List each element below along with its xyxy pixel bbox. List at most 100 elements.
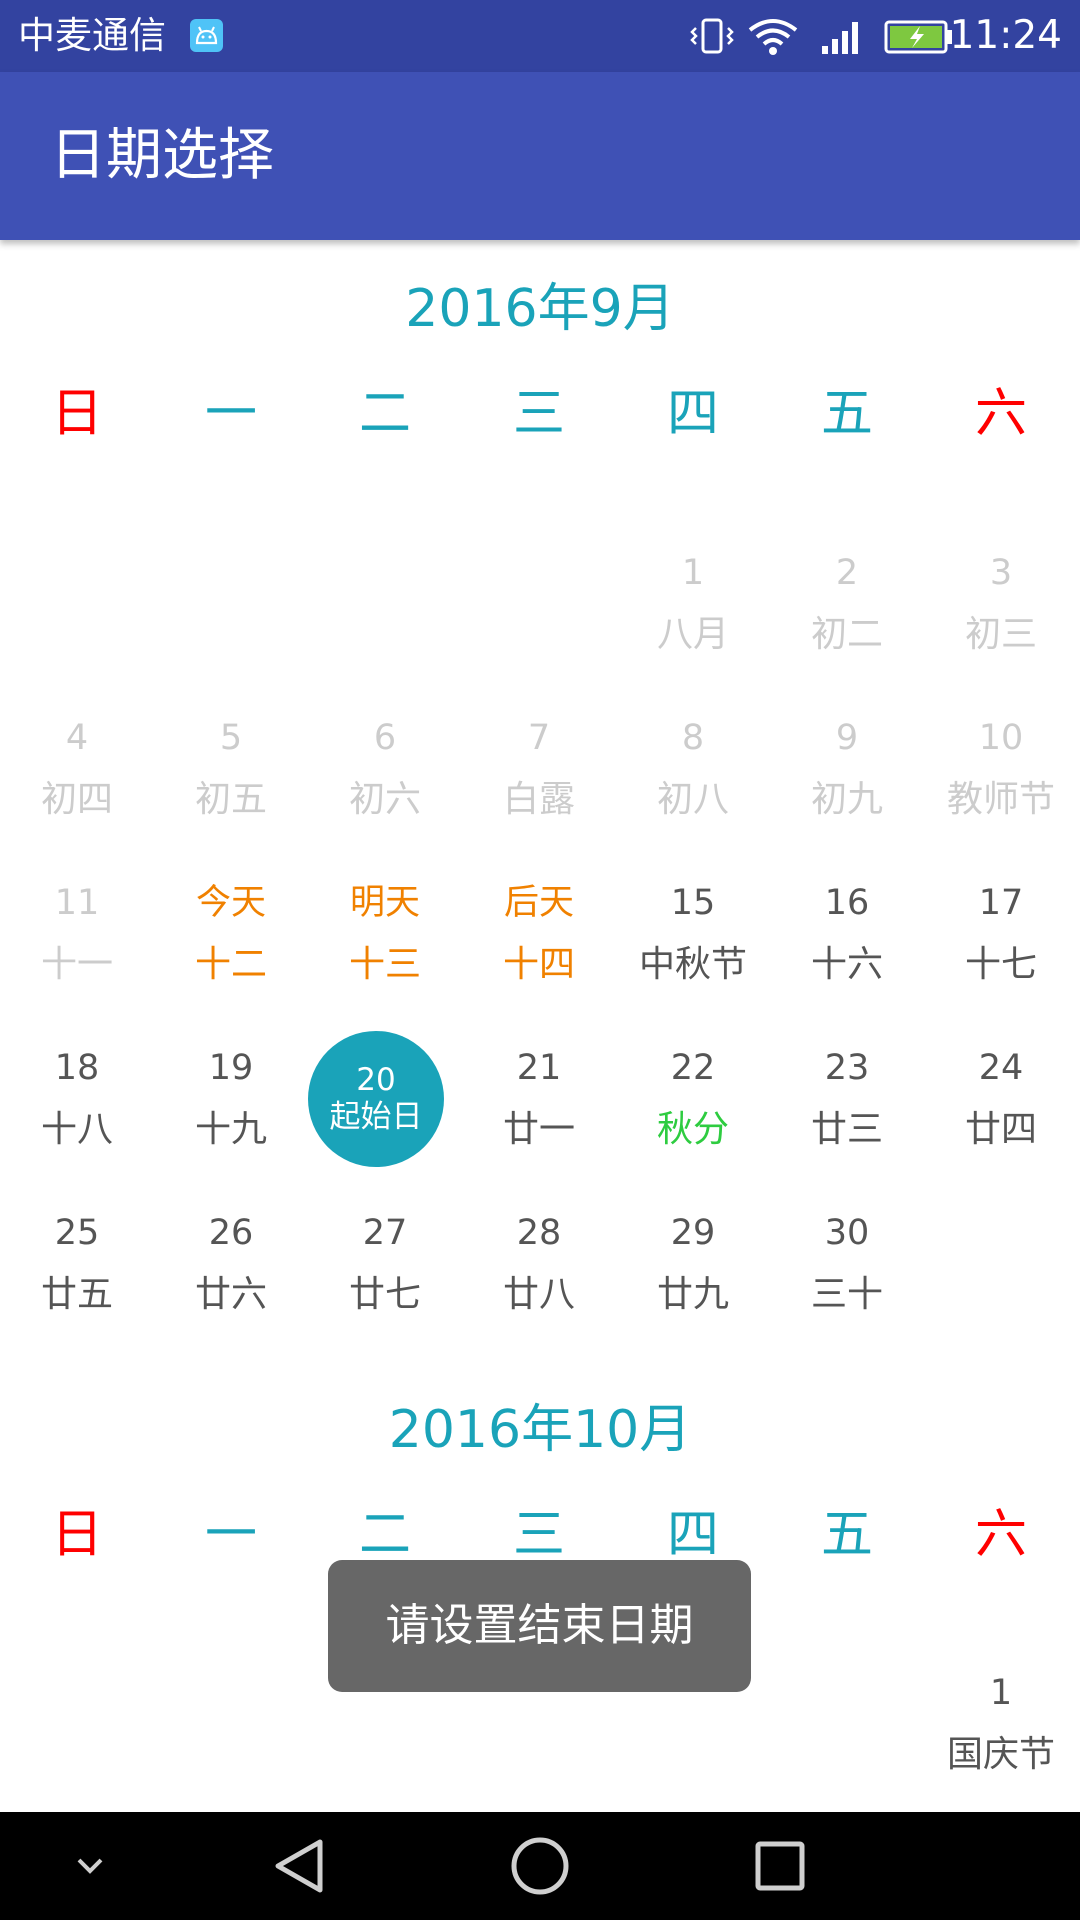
day-number: 1 [989, 1673, 1013, 1713]
day-cell[interactable]: 29 廿九 [616, 1208, 770, 1358]
lunar-label: 廿七 [348, 1274, 421, 1315]
day-number: 20 [356, 1062, 396, 1098]
day-cell[interactable]: 23 廿三 [770, 1043, 924, 1193]
day-number: 25 [54, 1213, 100, 1253]
weekday-mon: 一 [204, 384, 257, 444]
back-icon[interactable] [250, 1812, 350, 1920]
lunar-label: 教师节 [946, 779, 1055, 820]
lunar-label: 十九 [194, 1109, 267, 1150]
day-cell[interactable]: 27 廿七 [308, 1208, 462, 1358]
day-cell[interactable]: 26 廿六 [154, 1208, 308, 1358]
weekday-tue: 二 [358, 384, 411, 444]
day-cell[interactable]: 17 十七 [924, 878, 1078, 1028]
day-number: 3 [989, 553, 1013, 593]
day-number: 17 [978, 883, 1024, 923]
day-number: 今天 [195, 883, 266, 923]
month-title: 2016年10月 [388, 1400, 692, 1460]
chevron-down-icon[interactable] [60, 1812, 120, 1920]
day-cell[interactable]: 30 三十 [770, 1208, 924, 1358]
day-number: 10 [978, 718, 1024, 758]
day-cell: 1 八月 [616, 548, 770, 698]
day-cell: 6 初六 [308, 713, 462, 863]
lunar-label: 三十 [810, 1274, 883, 1315]
weekday-mon: 一 [204, 1505, 257, 1565]
lunar-label: 十一 [40, 944, 113, 985]
day-number: 15 [670, 883, 716, 923]
app-bar: 日期选择 [0, 72, 1080, 240]
day-cell[interactable]: 24 廿四 [924, 1043, 1078, 1193]
recents-icon[interactable] [730, 1812, 830, 1920]
lunar-label: 中秋节 [638, 944, 747, 985]
day-number: 19 [208, 1048, 254, 1088]
day-cell: 10 教师节 [924, 713, 1078, 863]
weekday-fri: 五 [820, 1505, 873, 1565]
lunar-label: 十七 [964, 944, 1037, 985]
weekday-sat: 六 [974, 384, 1027, 444]
day-number: 8 [681, 718, 705, 758]
day-number: 23 [824, 1048, 870, 1088]
weekday-wed: 三 [512, 384, 565, 444]
day-cell-tomorrow[interactable]: 明天 十三 [308, 878, 462, 1028]
lunar-label: 十三 [348, 944, 421, 985]
day-number: 21 [516, 1048, 562, 1088]
day-cell[interactable]: 28 廿八 [462, 1208, 616, 1358]
day-number: 5 [219, 718, 243, 758]
day-cell: 5 初五 [154, 713, 308, 863]
day-number: 22 [670, 1048, 716, 1088]
lunar-label: 白露 [502, 779, 575, 820]
wifi-icon [748, 18, 798, 60]
day-cell[interactable]: 18 十八 [0, 1043, 154, 1193]
weekday-sun: 日 [50, 1505, 103, 1565]
day-number: 2 [835, 553, 859, 593]
day-cell[interactable]: 22 秋分 [616, 1043, 770, 1193]
day-cell[interactable]: 1 国庆节 [924, 1668, 1078, 1818]
lunar-label: 八月 [656, 614, 729, 655]
page-title: 日期选择 [50, 123, 274, 188]
status-bar: 中麦通信 11:24 [0, 0, 1080, 72]
month-title: 2016年9月 [405, 279, 675, 339]
day-number: 28 [516, 1213, 562, 1253]
day-cell[interactable]: 25 廿五 [0, 1208, 154, 1358]
day-cell: 9 初九 [770, 713, 924, 863]
lunar-label: 廿三 [810, 1109, 883, 1150]
lunar-label: 初六 [348, 779, 421, 820]
lunar-label: 初八 [656, 779, 729, 820]
lunar-label: 初四 [40, 779, 113, 820]
day-number: 1 [681, 553, 705, 593]
lunar-label: 初五 [194, 779, 267, 820]
day-cell[interactable]: 19 十九 [154, 1043, 308, 1193]
day-cell-today[interactable]: 今天 十二 [154, 878, 308, 1028]
lunar-label: 十六 [810, 944, 883, 985]
weekday-fri: 五 [820, 384, 873, 444]
day-number: 6 [373, 718, 397, 758]
day-cell[interactable]: 15 中秋节 [616, 878, 770, 1028]
toast-message: 请设置结束日期 [328, 1560, 751, 1692]
day-cell[interactable]: 21 廿一 [462, 1043, 616, 1193]
carrier-name: 中麦通信 [18, 14, 166, 57]
day-number: 18 [54, 1048, 100, 1088]
status-clock: 11:24 [949, 13, 1062, 58]
day-cell[interactable]: 16 十六 [770, 878, 924, 1028]
weekday-sun: 日 [50, 384, 103, 444]
lunar-label: 廿六 [194, 1274, 267, 1315]
signal-icon [820, 18, 866, 60]
day-number: 26 [208, 1213, 254, 1253]
android-notification-icon [190, 19, 223, 52]
navigation-bar [0, 1812, 1080, 1920]
home-icon[interactable] [490, 1812, 590, 1920]
day-cell-day-after[interactable]: 后天 十四 [462, 878, 616, 1028]
lunar-label: 十二 [194, 944, 267, 985]
day-number: 29 [670, 1213, 716, 1253]
lunar-label: 廿一 [502, 1109, 575, 1150]
day-cell: 3 初三 [924, 548, 1078, 698]
lunar-label: 廿四 [964, 1109, 1037, 1150]
day-cell: 8 初八 [616, 713, 770, 863]
day-cell: 2 初二 [770, 548, 924, 698]
lunar-label: 廿八 [502, 1274, 575, 1315]
weekday-sat: 六 [974, 1505, 1027, 1565]
solar-term-label: 秋分 [656, 1109, 729, 1150]
vibrate-icon [690, 18, 734, 58]
day-number: 16 [824, 883, 870, 923]
selected-start-day[interactable]: 20 起始日 [308, 1031, 444, 1167]
holiday-label: 国庆节 [946, 1734, 1055, 1775]
